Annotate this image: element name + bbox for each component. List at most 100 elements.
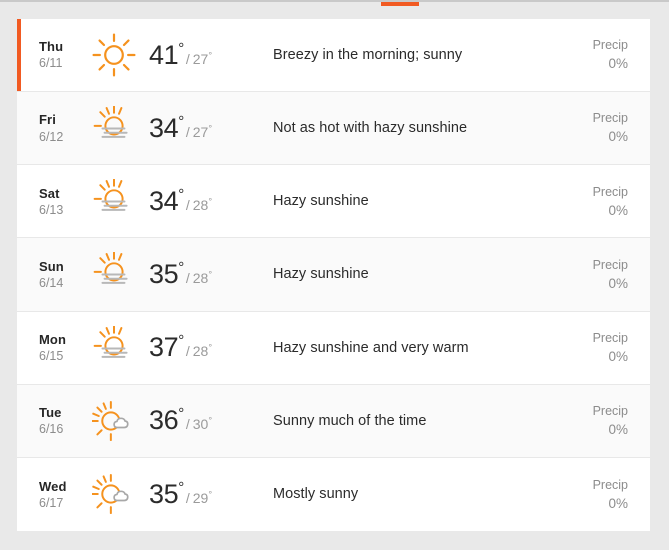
- temperature-cell: 35°/28°: [145, 259, 255, 290]
- high-temperature: 34°: [149, 185, 184, 216]
- precip-label: Precip: [592, 403, 628, 418]
- active-row-accent: [17, 238, 21, 310]
- precip-value: 0%: [608, 129, 628, 145]
- day-date: 6/14: [39, 275, 64, 290]
- tab-strip[interactable]: [0, 0, 669, 6]
- precip-value: 0%: [608, 495, 628, 511]
- active-row-accent: [17, 458, 21, 531]
- forecast-row[interactable]: Tue 6/16 36°/30° Sunny much of the time …: [17, 384, 650, 458]
- precip-label: Precip: [592, 38, 628, 53]
- low-temperature: 27°: [192, 123, 213, 140]
- low-temperature: 28°: [192, 342, 213, 360]
- precip-value: 0%: [608, 56, 628, 72]
- hazy-sunshine-icon: [83, 252, 145, 296]
- low-temperature: 30°: [192, 415, 213, 433]
- high-temperature: 41°: [149, 39, 184, 70]
- low-temperature: 28°: [192, 269, 213, 286]
- day-name: Wed: [39, 478, 67, 494]
- temperature-cell: 35°/29°: [145, 479, 255, 510]
- precipitation-cell: Precip 0%: [550, 36, 650, 74]
- forecast-row[interactable]: Wed 6/17 35°/29° Mostly sunny Precip 0%: [17, 457, 650, 531]
- high-temperature: 34°: [149, 112, 184, 143]
- precipitation-cell: Precip 0%: [550, 183, 650, 221]
- forecast-description: Hazy sunshine: [273, 266, 369, 283]
- temperature-cell: 41°/27°: [145, 40, 255, 71]
- precipitation-cell: Precip 0%: [550, 476, 650, 514]
- forecast-row[interactable]: Mon 6/15 37°/28° Hazy sunshine and very …: [17, 311, 650, 385]
- forecast-row[interactable]: Fri 6/12 34°/27° Not as hot with hazy su…: [17, 92, 650, 166]
- forecast-description: Hazy sunshine: [273, 193, 369, 210]
- high-temperature: 35°: [149, 478, 184, 509]
- forecast-description: Sunny much of the time: [273, 412, 427, 429]
- hazy-sunshine-icon: [83, 179, 145, 223]
- precip-value: 0%: [608, 202, 628, 218]
- forecast-row[interactable]: Thu 6/11 41°/27° Breezy in the morning; …: [17, 19, 650, 93]
- day-date: 6/13: [39, 202, 64, 217]
- day-name: Thu: [39, 39, 64, 55]
- temperature-cell: 34°/27°: [145, 113, 255, 144]
- active-row-accent: [17, 92, 21, 164]
- day-name: Tue: [39, 404, 62, 420]
- hazy-sunshine-icon: [83, 106, 145, 150]
- precipitation-cell: Precip 0%: [550, 109, 650, 147]
- precip-label: Precip: [592, 111, 628, 126]
- active-row-accent: [17, 165, 21, 237]
- tab-active-indicator: [381, 2, 419, 6]
- day-name: Sat: [39, 185, 60, 201]
- precip-value: 0%: [608, 275, 628, 291]
- partly-sunny-icon: [83, 399, 145, 443]
- high-temperature: 37°: [149, 332, 184, 363]
- low-temperature: 28°: [192, 196, 213, 213]
- low-temperature: 27°: [192, 49, 213, 67]
- day-name: Sun: [39, 258, 64, 274]
- partly-sunny-icon: [83, 472, 145, 516]
- day-date: 6/15: [39, 348, 64, 363]
- precip-label: Precip: [592, 184, 628, 199]
- precip-value: 0%: [608, 422, 628, 438]
- high-temperature: 35°: [149, 258, 184, 289]
- temperature-cell: 34°/28°: [145, 186, 255, 217]
- active-row-accent: [17, 312, 21, 384]
- precip-label: Precip: [592, 330, 628, 345]
- low-temperature: 29°: [192, 489, 213, 506]
- forecast-date-block: Wed 6/17: [25, 478, 83, 512]
- temperature-separator: /: [185, 489, 190, 506]
- temperature-cell: 36°/30°: [145, 405, 255, 436]
- sunny-icon: [83, 33, 145, 77]
- precip-label: Precip: [592, 477, 628, 492]
- forecast-description: Hazy sunshine and very warm: [273, 339, 469, 356]
- high-temperature: 36°: [149, 405, 184, 436]
- precipitation-cell: Precip 0%: [550, 256, 650, 294]
- active-row-accent: [17, 385, 21, 457]
- day-name: Fri: [39, 112, 56, 128]
- precip-label: Precip: [592, 257, 628, 272]
- temperature-cell: 37°/28°: [145, 332, 255, 363]
- forecast-date-block: Mon 6/15: [25, 331, 83, 365]
- forecast-date-block: Sun 6/14: [25, 258, 83, 292]
- forecast-description: Breezy in the morning; sunny: [273, 47, 463, 64]
- daily-forecast-card: Thu 6/11 41°/27° Breezy in the morning; …: [17, 19, 650, 531]
- precip-value: 0%: [608, 348, 628, 364]
- precipitation-cell: Precip 0%: [550, 402, 650, 440]
- forecast-row[interactable]: Sun 6/14 35°/28° Hazy sunshine Precip 0%: [17, 238, 650, 312]
- day-name: Mon: [39, 331, 67, 347]
- temperature-separator: /: [185, 123, 190, 140]
- forecast-description: Not as hot with hazy sunshine: [273, 120, 468, 137]
- forecast-date-block: Sat 6/13: [25, 185, 83, 219]
- temperature-separator: /: [185, 269, 190, 286]
- day-date: 6/12: [39, 129, 64, 144]
- day-date: 6/11: [39, 56, 63, 71]
- temperature-separator: /: [185, 196, 190, 213]
- forecast-date-block: Fri 6/12: [25, 111, 83, 145]
- temperature-separator: /: [185, 343, 190, 360]
- active-row-accent: [17, 19, 21, 92]
- forecast-date-block: Thu 6/11: [25, 38, 83, 72]
- precipitation-cell: Precip 0%: [550, 329, 650, 367]
- forecast-description: Mostly sunny: [273, 486, 359, 503]
- forecast-date-block: Tue 6/16: [25, 404, 83, 438]
- forecast-row[interactable]: Sat 6/13 34°/28° Hazy sunshine Precip 0%: [17, 165, 650, 239]
- day-date: 6/16: [39, 422, 64, 437]
- temperature-separator: /: [185, 416, 190, 433]
- hazy-sunshine-icon: [83, 325, 145, 370]
- day-date: 6/17: [39, 495, 64, 510]
